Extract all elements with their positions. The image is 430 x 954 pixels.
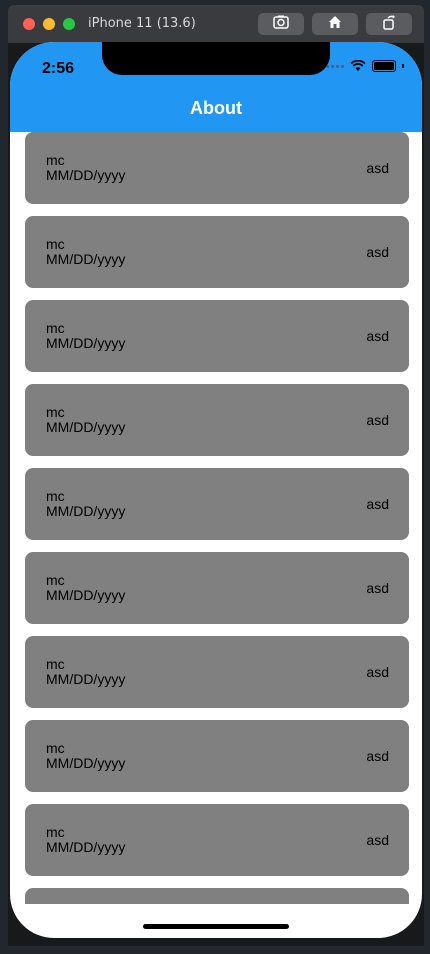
- notch: [102, 42, 330, 75]
- item-date: MM/DD/yyyy: [46, 671, 126, 687]
- item-name: mc: [46, 572, 65, 588]
- rotate-icon: [381, 14, 397, 35]
- page-title: About: [190, 98, 242, 118]
- list-item[interactable]: mc MM/DD/yyyy asd: [25, 636, 409, 708]
- item-name: mc: [46, 824, 65, 840]
- home-button[interactable]: [312, 13, 358, 35]
- item-list[interactable]: mc MM/DD/yyyy asd mc MM/DD/yyyy asd mc MM/D…: [10, 132, 422, 904]
- screenshot-button[interactable]: [258, 13, 304, 35]
- list-item[interactable]: mc MM/DD/yyyy asd: [25, 720, 409, 792]
- list-item[interactable]: mc MM/DD/yyyy asd: [25, 300, 409, 372]
- list-item[interactable]: mc MM/DD/yyyy asd: [25, 552, 409, 624]
- minimize-window-button[interactable]: [43, 18, 55, 30]
- simulator-title: iPhone 11 (13.6): [88, 16, 196, 31]
- status-time: 2:56: [42, 60, 75, 77]
- item-date: MM/DD/yyyy: [46, 419, 126, 435]
- item-trailing: asd: [366, 244, 389, 260]
- item-trailing: asd: [366, 496, 389, 512]
- list-item[interactable]: mc MM/DD/yyyy asd: [25, 804, 409, 876]
- screenshot-icon: [273, 14, 289, 35]
- zoom-window-button[interactable]: [63, 18, 75, 30]
- battery-tip: [402, 64, 404, 68]
- item-date: MM/DD/yyyy: [46, 503, 126, 519]
- item-date: MM/DD/yyyy: [46, 839, 126, 855]
- item-trailing: asd: [366, 160, 389, 176]
- item-name: mc: [46, 236, 65, 252]
- item-date: MM/DD/yyyy: [46, 251, 126, 267]
- item-date: MM/DD/yyyy: [46, 167, 126, 183]
- simulator-titlebar: iPhone 11 (13.6): [8, 5, 424, 44]
- home-icon: [327, 14, 343, 35]
- item-name: mc: [46, 488, 65, 504]
- list-item[interactable]: mc MM/DD/yyyy asd: [25, 384, 409, 456]
- home-indicator[interactable]: [143, 924, 289, 929]
- item-name: mc: [46, 152, 65, 168]
- item-date: MM/DD/yyyy: [46, 587, 126, 603]
- status-icons: [326, 60, 404, 72]
- item-trailing: asd: [366, 328, 389, 344]
- item-date: MM/DD/yyyy: [46, 755, 126, 771]
- item-trailing: asd: [366, 748, 389, 764]
- app-bar: 2:56 About: [10, 42, 422, 132]
- phone-screen: 2:56 About mc MM/DD/yyyy asd mc MM/DD/yyyy…: [10, 42, 422, 938]
- battery-icon: [372, 60, 396, 72]
- item-trailing: asd: [366, 412, 389, 428]
- item-date: MM/DD/yyyy: [46, 335, 126, 351]
- item-name: mc: [46, 740, 65, 756]
- wifi-icon: [350, 60, 366, 72]
- list-item[interactable]: mc MM/DD/yyyy asd: [25, 132, 409, 204]
- list-item[interactable]: mc MM/DD/yyyy asd: [25, 216, 409, 288]
- item-name: mc: [46, 656, 65, 672]
- close-window-button[interactable]: [23, 18, 35, 30]
- item-name: mc: [46, 404, 65, 420]
- item-trailing: asd: [366, 832, 389, 848]
- item-trailing: asd: [366, 664, 389, 680]
- rotate-button[interactable]: [366, 13, 412, 35]
- item-trailing: asd: [366, 580, 389, 596]
- list-item[interactable]: mc MM/DD/yyyy asd: [25, 468, 409, 540]
- list-item[interactable]: [25, 888, 409, 904]
- cellular-icon: [326, 64, 344, 68]
- item-name: mc: [46, 320, 65, 336]
